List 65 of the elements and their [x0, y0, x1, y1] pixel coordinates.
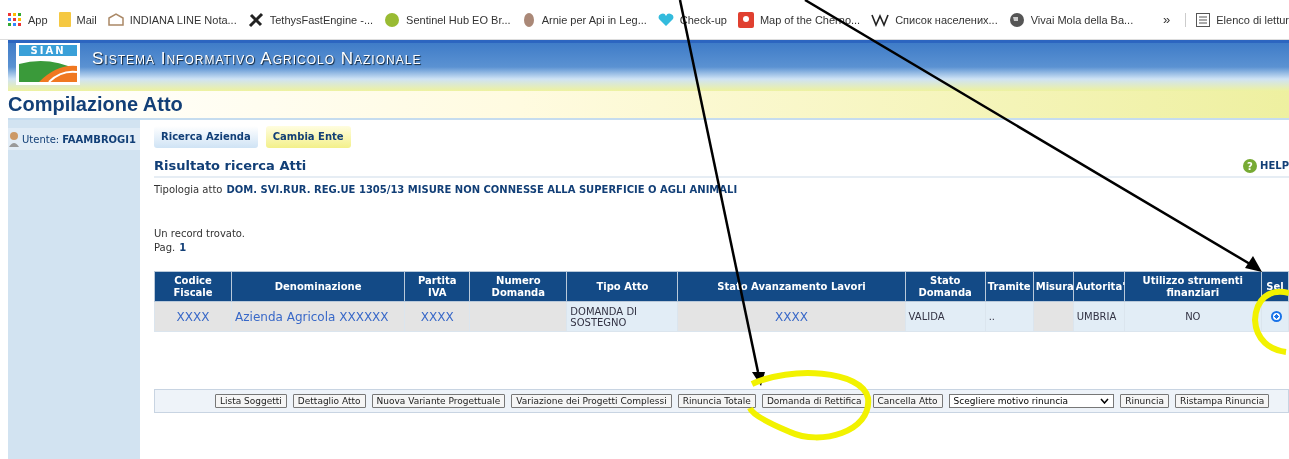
column-header: Denominazione: [231, 271, 405, 302]
bookmark-link[interactable]: Mail: [76, 13, 97, 26]
column-header: Misura: [1033, 271, 1074, 302]
record-count: Un record trovato.: [154, 228, 246, 239]
chevron-down-icon: [1100, 398, 1110, 404]
user-icon: [9, 131, 19, 147]
bookmark-link[interactable]: INDIANA LINE Nota...: [129, 13, 237, 26]
bookmark-link[interactable]: Vivai Mola della Ba...: [1030, 13, 1134, 26]
column-header: Codice Fiscale: [154, 271, 232, 302]
nav-tab[interactable]: Ricerca Azienda: [154, 126, 258, 148]
action-button[interactable]: Cancella Atto: [872, 394, 943, 408]
w-letter-icon: [871, 12, 890, 27]
satellite-icon: [247, 11, 264, 28]
select-radio[interactable]: [1270, 311, 1282, 322]
globe-icon: [1008, 11, 1025, 28]
column-header: Tramite: [985, 271, 1034, 302]
site-title: Sistema Informativo Agricolo Nazionale: [92, 49, 422, 69]
column-header: Utilizzo strumenti finanziari: [1124, 271, 1262, 302]
bookmark-link[interactable]: Sentinel Hub EO Br...: [406, 13, 511, 26]
more-bookmarks-button[interactable]: »: [1159, 12, 1175, 27]
tipologia-label: Tipologia atto: [154, 184, 223, 195]
bee-icon: [521, 11, 536, 28]
user-label: Utente:: [22, 133, 60, 145]
column-header: Partita IVA: [404, 271, 470, 302]
table-cell: UMBRIA: [1073, 301, 1125, 332]
reading-list-link[interactable]: Elenco di lettur: [1216, 13, 1289, 26]
action-button[interactable]: Nuova Variante Progettuale: [371, 394, 506, 408]
bookmark-link[interactable]: Список населених...: [895, 13, 998, 26]
heart-icon: [657, 12, 674, 27]
apps-grid-icon: [8, 12, 22, 27]
action-button[interactable]: Lista Soggetti: [215, 394, 287, 408]
page-title: Compilazione Atto: [8, 93, 183, 116]
reason-dropdown[interactable]: Scegliere motivo rinuncia: [948, 394, 1115, 408]
action-button[interactable]: Rinuncia Totale: [677, 394, 756, 408]
action-button[interactable]: Ristampa Rinuncia: [1174, 394, 1270, 408]
column-header: Stato Domanda: [905, 271, 986, 302]
ball-icon: [384, 11, 401, 28]
page-number: 1: [179, 242, 187, 253]
nav-tab[interactable]: Cambia Ente: [265, 126, 351, 148]
logo-text: SIAN: [19, 45, 77, 56]
map-pin-icon: [737, 11, 754, 28]
list-icon: [1196, 12, 1211, 27]
question-icon: ?: [1243, 158, 1258, 173]
table-link[interactable]: XXXX: [154, 301, 232, 332]
building-icon: [107, 13, 124, 26]
column-header: Tipo Atto: [566, 271, 678, 302]
column-header: Numero Domanda: [469, 271, 567, 302]
bookmark-link[interactable]: App: [28, 13, 48, 26]
table-link[interactable]: XXXX: [404, 301, 470, 332]
bookmark-link[interactable]: Arnie per Api in Leg...: [541, 13, 647, 26]
table-cell: VALIDA: [905, 301, 986, 332]
page-label: Pag.: [154, 242, 176, 253]
highlight-mark: [1252, 288, 1289, 355]
user-name: FAAMBROGI1: [62, 133, 136, 145]
action-button[interactable]: Rinuncia: [1120, 394, 1169, 408]
table-cell: DOMANDA DI SOSTEGNO: [566, 301, 678, 332]
help-link[interactable]: ? HELP: [1243, 158, 1289, 173]
table-link[interactable]: Azienda Agricola XXXXXX: [231, 301, 405, 332]
table-link[interactable]: XXXX: [677, 301, 906, 332]
bookmark-link[interactable]: TethysFastEngine -...: [269, 13, 374, 26]
action-button[interactable]: Dettaglio Atto: [292, 394, 366, 408]
action-button[interactable]: Domanda di Rettifica: [761, 394, 867, 408]
folder-icon: [58, 12, 71, 27]
section-title: Risultato ricerca Atti: [154, 158, 307, 173]
action-button[interactable]: Variazione dei Progetti Complessi: [511, 394, 672, 408]
